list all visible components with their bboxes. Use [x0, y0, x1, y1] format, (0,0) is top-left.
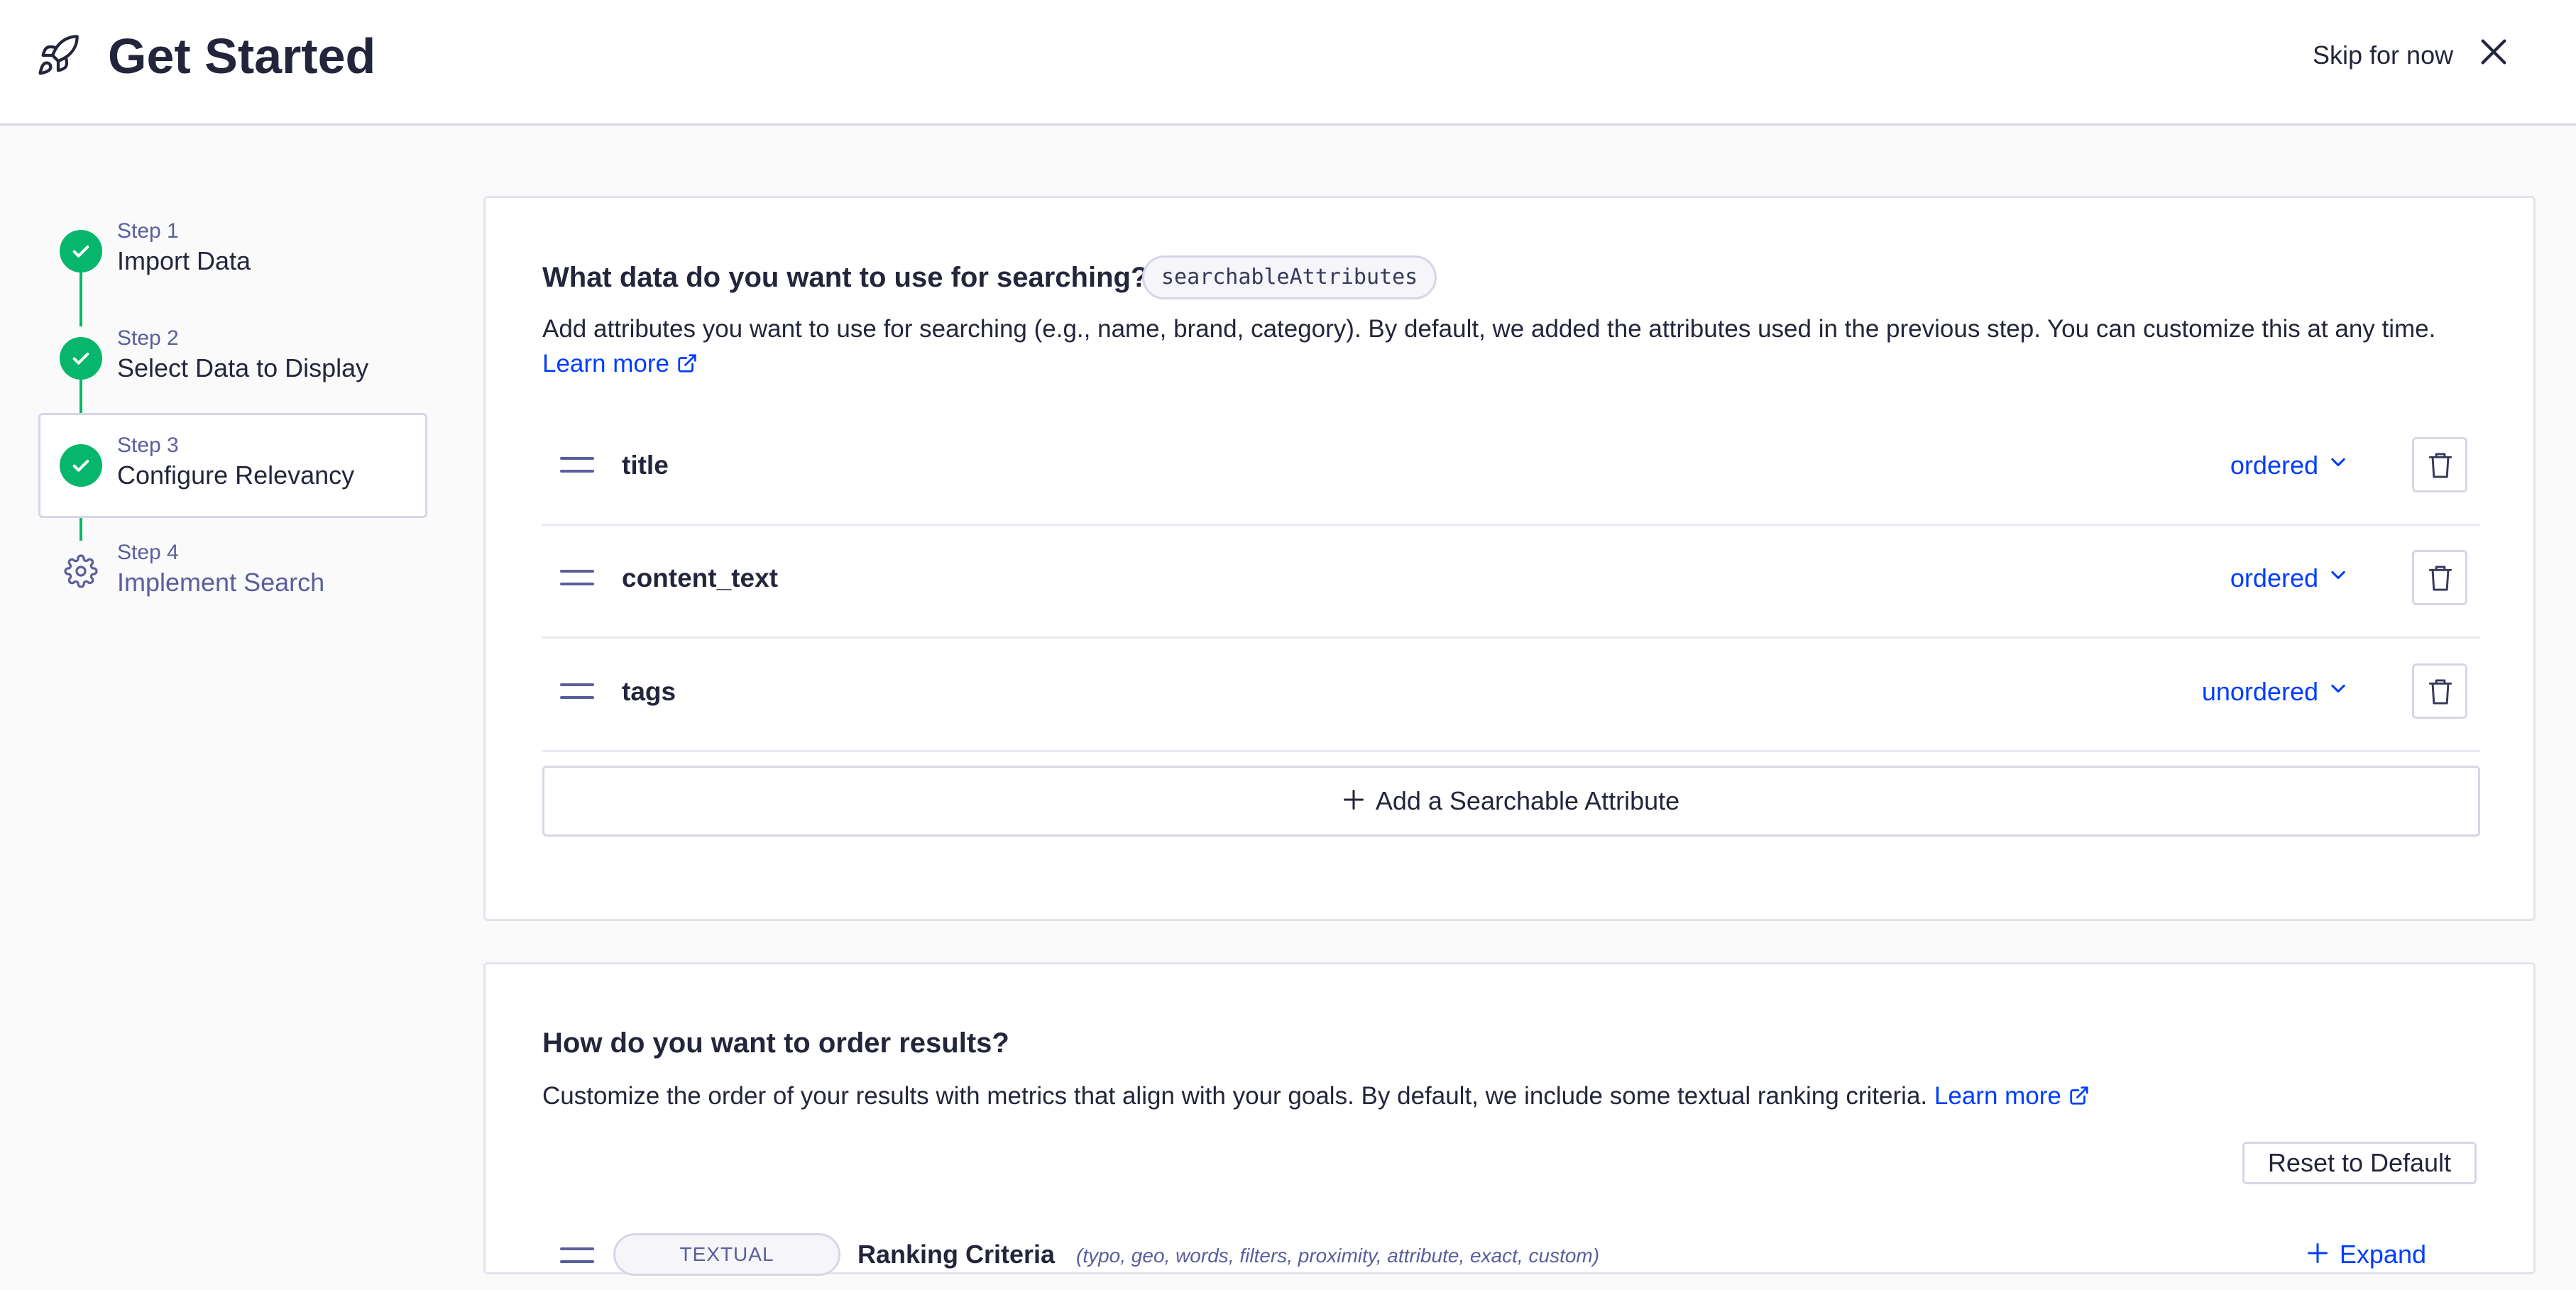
attribute-name: tags	[622, 677, 676, 706]
top-bar: Get Started Skip for now	[0, 0, 2576, 126]
reset-to-default-button[interactable]: Reset to Default	[2242, 1142, 2477, 1184]
add-attribute-label: Add a Searchable Attribute	[1375, 786, 1680, 815]
trash-icon	[2428, 566, 2452, 591]
ranking-description-text: Customize the order of your results with…	[542, 1082, 1928, 1110]
step-number: Step 3	[117, 434, 179, 457]
chevron-down-icon	[2331, 458, 2345, 467]
step-label: Implement Search	[117, 568, 325, 597]
attribute-row-content-text: content_text ordered	[542, 524, 2480, 639]
external-link-icon	[678, 354, 696, 373]
step-select-data[interactable]: Step 2 Select Data to Display	[38, 306, 427, 411]
close-icon[interactable]	[2477, 35, 2510, 68]
textual-badge: TEXTUAL	[613, 1233, 840, 1276]
page-title: Get Started	[108, 28, 376, 84]
drag-handle-icon[interactable]	[559, 680, 595, 702]
ranking-criteria-row: TEXTUAL Ranking Criteria (typo, geo, wor…	[542, 1233, 2480, 1290]
step-label: Configure Relevancy	[117, 461, 355, 490]
order-mode-select[interactable]: ordered	[2230, 561, 2348, 595]
trash-icon	[2428, 679, 2452, 705]
rocket-icon	[38, 35, 79, 75]
step-complete-marker	[60, 230, 102, 272]
step-number: Step 4	[117, 541, 179, 564]
step-complete-marker	[60, 337, 102, 380]
step-label: Import Data	[117, 246, 251, 275]
plus-icon	[2307, 1243, 2328, 1263]
learn-more-link[interactable]: Learn more	[542, 350, 698, 377]
step-import-data[interactable]: Step 1 Import Data	[38, 199, 427, 304]
attribute-name: title	[622, 451, 669, 480]
searchable-attributes-badge: searchableAttributes	[1142, 255, 1437, 299]
delete-attribute-button[interactable]	[2412, 663, 2467, 719]
check-icon	[72, 353, 89, 365]
plus-icon	[1343, 790, 1364, 810]
ranking-card: How do you want to order results? Custom…	[483, 962, 2536, 1276]
check-icon	[72, 460, 89, 472]
chevron-down-icon	[2331, 570, 2345, 580]
ranking-criteria-subtitle: (typo, geo, words, filters, proximity, a…	[1076, 1245, 1600, 1267]
skip-for-now-link[interactable]: Skip for now	[2313, 38, 2453, 72]
learn-more-link[interactable]: Learn more	[1934, 1082, 2090, 1110]
attribute-row-title: title ordered	[542, 412, 2480, 526]
step-complete-marker	[60, 444, 102, 487]
ranking-description: Customize the order of your results with…	[542, 1079, 2501, 1113]
step-configure-relevancy[interactable]: Step 3 Configure Relevancy	[38, 413, 427, 518]
step-number: Step 2	[117, 326, 179, 350]
add-searchable-attribute-button[interactable]: Add a Searchable Attribute	[542, 766, 2480, 837]
order-mode-label: unordered	[2201, 677, 2318, 706]
drag-handle-icon[interactable]	[559, 567, 595, 588]
step-label: Select Data to Display	[117, 353, 369, 382]
searchable-description: Add attributes you want to use for searc…	[542, 312, 2501, 381]
gear-icon	[64, 554, 98, 588]
searchable-attributes-card: What data do you want to use for searchi…	[483, 196, 2536, 921]
searchable-section-title: What data do you want to use for searchi…	[542, 262, 1149, 293]
delete-attribute-button[interactable]	[2412, 437, 2467, 492]
attribute-row-tags: tags unordered	[542, 638, 2480, 752]
ranking-section-title: How do you want to order results?	[542, 1027, 1009, 1059]
order-mode-select[interactable]: ordered	[2230, 448, 2348, 483]
drag-handle-icon[interactable]	[559, 454, 595, 475]
step-number: Step 1	[117, 219, 179, 243]
chevron-down-icon	[2331, 684, 2345, 693]
drag-handle-icon[interactable]	[559, 1245, 595, 1266]
external-link-icon	[2070, 1086, 2088, 1105]
order-mode-select[interactable]: unordered	[2202, 675, 2348, 709]
attribute-name: content_text	[622, 563, 778, 592]
learn-more-label: Learn more	[542, 350, 669, 377]
searchable-description-text: Add attributes you want to use for searc…	[542, 315, 2436, 343]
order-mode-label: ordered	[2230, 563, 2318, 592]
expand-button[interactable]: Expand	[2307, 1237, 2426, 1272]
learn-more-label: Learn more	[1934, 1082, 2061, 1110]
order-mode-label: ordered	[2230, 451, 2318, 480]
check-icon	[72, 246, 89, 258]
delete-attribute-button[interactable]	[2412, 550, 2467, 605]
step-implement-search[interactable]: Step 4 Implement Search	[38, 520, 427, 625]
ranking-criteria-name: Ranking Criteria	[857, 1240, 1056, 1269]
trash-icon	[2428, 453, 2452, 478]
